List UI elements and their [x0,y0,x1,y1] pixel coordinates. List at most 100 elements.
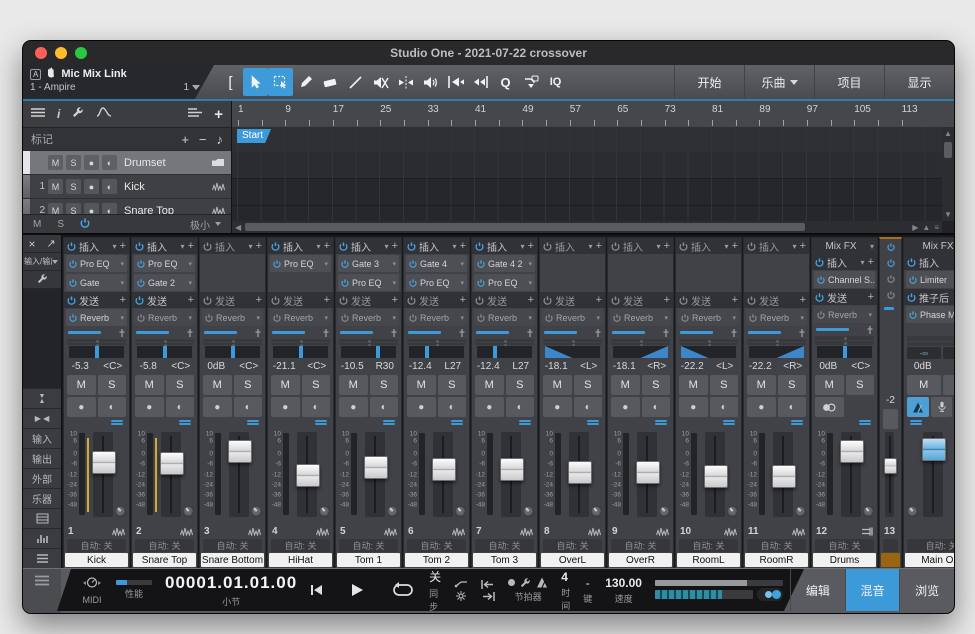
sends-header[interactable]: 发送+ [608,292,673,308]
send-slot[interactable]: Reverb▾ [610,309,671,326]
post-fader-header[interactable]: 推子后▾+ [904,289,954,305]
channel-strip-overl[interactable]: 插入▾+发送+Reverb▾-18.1<L>MS●◐1060-6-12-24-3… [539,237,606,568]
add-icon[interactable]: + [324,294,330,306]
tempo-control[interactable]: 130.00 速度 [605,576,642,605]
automation-mode[interactable]: 自动: 关 [543,539,602,552]
compact-channels-button[interactable]: ▼▲ [23,388,61,408]
sends-header[interactable]: 发送+ [472,292,537,308]
dropdown-caret-icon[interactable]: ▾ [392,260,396,268]
split-tool-button[interactable] [393,68,418,96]
pan-value[interactable]: <L> [709,361,742,372]
insert-slot[interactable]: Gate 4▾ [406,255,467,272]
minimize-window-button[interactable] [55,47,67,59]
power-icon[interactable] [475,296,484,305]
trim-knob[interactable] [727,506,738,517]
dropdown-caret-icon[interactable]: ▾ [188,260,192,268]
pan-value[interactable]: <L> [573,361,606,372]
dropdown-caret-icon[interactable]: ▾ [528,314,532,322]
power-icon[interactable] [747,296,756,305]
send-level-bar[interactable] [136,331,169,334]
dropdown-caret-icon[interactable]: ▾ [870,242,874,251]
volume-value[interactable]: 0dB [200,361,233,372]
send-level-bar[interactable] [408,331,441,334]
sends-header[interactable]: 发送+ [744,292,809,308]
marker-jump-icons[interactable] [481,580,495,601]
sends-header[interactable]: 发送+ [676,292,741,308]
dropdown-caret-icon[interactable]: ▾ [188,314,192,322]
power-icon[interactable] [817,276,825,284]
power-icon[interactable] [543,296,552,305]
view-mode-1[interactable]: 开始 [674,65,744,99]
channel-name[interactable]: Tom 2 [405,553,468,567]
insert-slot[interactable]: Pro EQ▾ [406,274,467,291]
insert-slot[interactable]: Pro EQ▾ [134,255,195,272]
marker-lane[interactable]: Start [232,127,942,153]
power-icon[interactable] [477,314,485,322]
power-icon[interactable] [880,271,901,287]
line-tool-button[interactable] [343,68,368,96]
channel-name[interactable]: RoomL [677,553,740,567]
power-icon[interactable] [339,296,348,305]
time-value[interactable]: 00001.01.01.00 [165,573,297,593]
dropdown-caret-icon[interactable]: ▾ [460,260,464,268]
send-slot[interactable]: Reverb▾ [678,309,739,326]
dropdown-caret-icon[interactable]: ▾ [120,279,124,287]
talkback-mic-button[interactable] [931,397,953,417]
mute-button[interactable]: M [48,155,63,170]
power-icon[interactable] [407,242,416,251]
power-icon[interactable] [747,242,756,251]
add-track-icon[interactable]: + [214,106,223,123]
fader-track[interactable] [93,432,113,517]
record-arm-button[interactable]: ● [611,397,640,417]
scroll-up-icon[interactable]: ▲ [944,129,952,138]
inserts-header[interactable]: 插入▾+ [676,238,741,254]
send-slot[interactable]: Reverb▾ [134,309,195,326]
add-icon[interactable]: + [868,291,874,303]
insert-slot[interactable]: Channel S..▾ [814,271,875,288]
add-icon[interactable]: + [256,240,262,252]
volume-value[interactable]: -22.2 [676,361,709,372]
dropdown-caret-icon[interactable]: ▾ [249,242,253,251]
info-icon[interactable]: i [57,107,60,121]
power-icon[interactable] [543,242,552,251]
track-info-box[interactable]: A Mic Mix Link 1 - Ampire 1 [23,65,214,99]
monitor-button[interactable]: ◐ [166,397,195,417]
volume-value[interactable]: -12.4 [472,361,505,372]
add-icon[interactable]: + [120,240,126,252]
record-arm-button[interactable]: ● [203,397,232,417]
add-icon[interactable]: + [800,240,806,252]
pan-value[interactable]: L27 [437,361,470,372]
monitor-button[interactable]: ◐ [302,397,331,417]
inserts-header[interactable]: 插入▾+ [268,238,333,254]
pan-value[interactable]: <R> [641,361,674,372]
stereo-mode-button[interactable] [815,397,844,417]
add-icon[interactable]: + [868,256,874,268]
sends-header[interactable]: 发送+ [64,292,129,308]
fader-handle[interactable] [364,456,388,479]
monitor-button[interactable]: ◐ [506,397,535,417]
fader-handle[interactable] [922,438,946,461]
solo-button[interactable]: S [98,375,127,395]
sends-header[interactable]: 发送+ [540,292,605,308]
monitor-button[interactable]: ◐ [370,397,399,417]
automation-mode[interactable]: 自动: 关 [907,539,954,552]
send-slot[interactable]: Reverb▾ [542,309,603,326]
trim-knob[interactable] [251,506,262,517]
power-icon[interactable] [271,242,280,251]
maximize-window-button[interactable] [75,47,87,59]
page-button-浏览[interactable]: 浏览 [899,569,954,611]
pan-control[interactable] [64,345,129,359]
tempo-track-icons[interactable] [454,580,468,601]
fader-track[interactable] [569,432,589,517]
power-icon[interactable] [409,279,417,287]
add-icon[interactable]: + [324,240,330,252]
fader-track[interactable] [773,432,793,517]
volume-value[interactable]: 0dB [812,361,845,372]
dropdown-caret-icon[interactable]: ▾ [793,242,797,251]
send-level-bar[interactable] [612,331,645,334]
pan-value[interactable]: <C> [301,361,334,372]
fader-handle[interactable] [840,440,864,463]
precount-icon[interactable] [508,579,515,586]
record-arm-button[interactable]: ● [271,397,300,417]
scroll-down-icon[interactable]: ▼ [944,210,952,219]
